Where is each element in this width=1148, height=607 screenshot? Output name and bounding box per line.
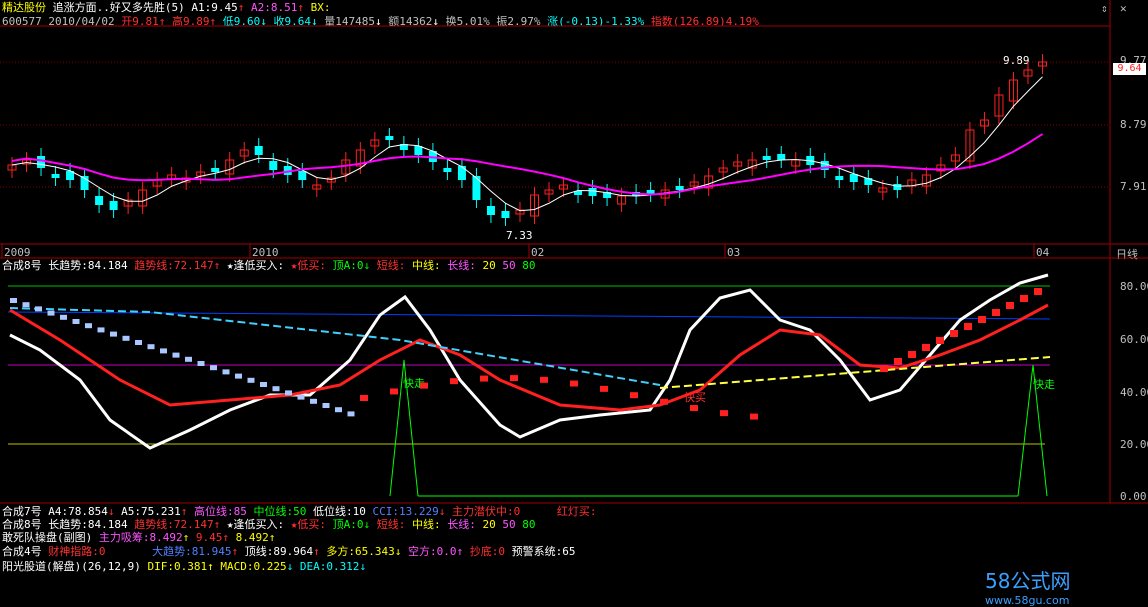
decline-block [172, 352, 180, 358]
decline-block [185, 356, 192, 362]
candle-down [109, 201, 118, 210]
candle-down [777, 154, 786, 160]
decline-block [22, 302, 30, 308]
decline-block [122, 335, 130, 341]
buy-block [690, 405, 698, 412]
buy-block [480, 375, 488, 382]
decline-block [347, 411, 355, 417]
candle-down [457, 166, 466, 180]
buy-block [894, 358, 902, 365]
decline-block [85, 323, 92, 329]
buy-block [922, 344, 930, 351]
buy-block [360, 395, 368, 401]
candle-down [414, 146, 423, 155]
candle-down [37, 156, 46, 168]
decline-block [335, 407, 342, 413]
buy-block [1020, 295, 1028, 302]
decline-block [322, 403, 330, 408]
candle-down [443, 168, 452, 172]
buy-block [908, 351, 916, 358]
decline-block [160, 348, 167, 354]
decline-block [35, 306, 42, 312]
decline-block [235, 373, 242, 379]
decline-block [260, 382, 267, 387]
candle-down [51, 174, 60, 178]
buy-block [540, 376, 548, 383]
candle-down [472, 176, 481, 200]
trend-line [9, 303, 1049, 412]
buy-block [936, 337, 944, 344]
decline-block [135, 340, 142, 345]
decline-block [197, 361, 205, 366]
chart-canvas[interactable] [0, 0, 1148, 591]
candle-down [269, 161, 278, 170]
candle-down [254, 146, 263, 155]
candle-down [835, 176, 844, 180]
buy-block [964, 323, 972, 330]
ma-short-line [11, 76, 1043, 212]
buy-block [880, 365, 888, 372]
candle-down [95, 196, 104, 205]
signal-spike-1 [389, 359, 419, 497]
buy-block [720, 410, 728, 417]
buy-block [420, 382, 428, 389]
decline-block [10, 298, 17, 303]
candle-down [298, 171, 307, 180]
buy-block [1034, 288, 1042, 295]
decline-block [97, 327, 105, 333]
signal-spike-2 [1017, 364, 1048, 497]
decline-block [297, 394, 305, 400]
decline-block [110, 331, 117, 337]
decline-block [310, 398, 317, 404]
candle-down [501, 211, 510, 218]
buy-block [750, 413, 758, 420]
decline-block [210, 365, 217, 371]
buy-block [630, 392, 638, 399]
decline-block [72, 319, 80, 324]
candle-down [588, 188, 597, 196]
decline-block [272, 386, 280, 392]
buy-block [510, 375, 518, 382]
buy-block [950, 330, 958, 337]
buy-block [600, 385, 608, 392]
candle-down [486, 206, 495, 215]
candle-down [893, 184, 902, 190]
decline-block [60, 314, 67, 320]
ma-long-line [11, 133, 1044, 196]
candle-down [675, 186, 684, 190]
candle-down [385, 136, 394, 140]
buy-block [1006, 302, 1014, 309]
decline-block [247, 377, 255, 383]
buy-block [570, 380, 578, 387]
buy-block [660, 398, 668, 405]
buy-block [390, 388, 398, 395]
candle-down [762, 156, 771, 160]
decline-block [285, 390, 292, 396]
decline-block [147, 344, 155, 350]
buy-block [978, 316, 986, 323]
buy-block [992, 309, 1000, 316]
decline-block [47, 310, 55, 316]
watermark-url: www.58gu.com [985, 594, 1070, 607]
decline-block [222, 369, 230, 375]
buy-block [450, 378, 458, 385]
candle-down [211, 168, 220, 172]
